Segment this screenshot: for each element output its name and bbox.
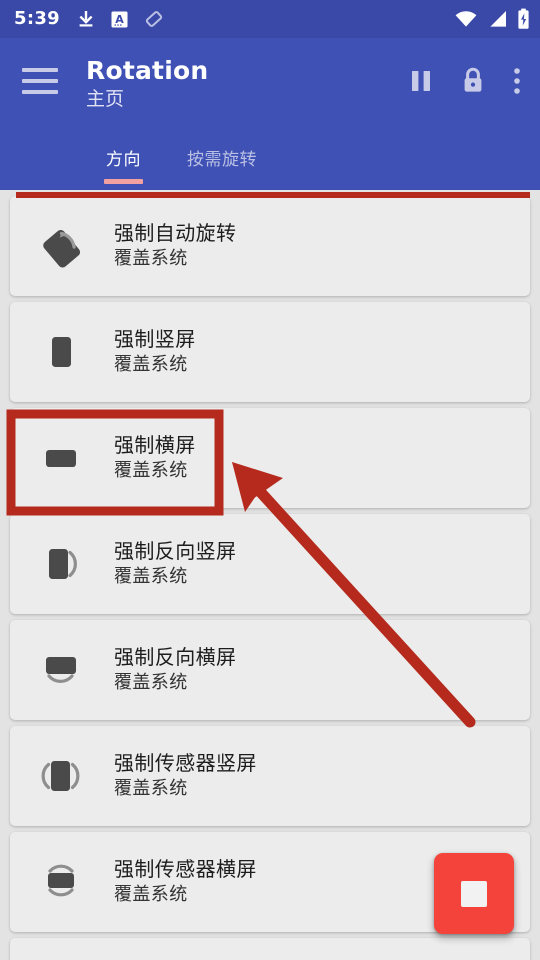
list-item-title: 强制横屏 <box>114 432 196 457</box>
status-bar-system-icons <box>454 8 530 30</box>
list-item-text: 强制自动旋转 覆盖系统 <box>114 221 236 271</box>
sensor-landscape-icon <box>28 855 94 909</box>
list-item-subtitle: 覆盖系统 <box>114 354 188 376</box>
page-title: Rotation <box>86 56 209 85</box>
status-bar: 5:39 A <box>0 0 540 38</box>
list-item-force-sensor-portrait[interactable]: 强制传感器竖屏 覆盖系统 <box>10 726 530 826</box>
list-item-force-portrait[interactable]: 强制竖屏 覆盖系统 <box>10 302 530 402</box>
app-bar-actions <box>408 66 526 96</box>
hamburger-line <box>22 68 58 72</box>
sensor-portrait-icon <box>28 749 94 803</box>
list-item-text: 强制传感器横屏 覆盖系统 <box>114 857 257 907</box>
list-item-title: 强制反向横屏 <box>114 644 237 669</box>
list-item-title: 强制传感器竖屏 <box>114 750 257 775</box>
hamburger-line <box>22 79 58 83</box>
hamburger-menu-icon[interactable] <box>22 68 58 94</box>
list-item-subtitle: 覆盖系统 <box>114 884 188 906</box>
lock-icon[interactable] <box>460 66 486 96</box>
app-bar-top-row: Rotation 主页 <box>0 38 540 130</box>
more-vert-icon[interactable] <box>512 66 522 96</box>
portrait-icon <box>28 325 94 379</box>
list-item-force-auto-rotate[interactable]: 强制自动旋转 覆盖系统 <box>10 196 530 296</box>
list-item-subtitle: 覆盖系统 <box>114 566 188 588</box>
reverse-portrait-icon <box>28 537 94 591</box>
stop-service-fab[interactable] <box>434 853 514 934</box>
pause-icon[interactable] <box>408 67 434 95</box>
list-item-title: 强制自动旋转 <box>114 220 237 245</box>
list-item-force-landscape[interactable]: 强制横屏 覆盖系统 <box>10 408 530 508</box>
tab-bar: 方向 按需旋转 <box>0 130 540 184</box>
stop-square-icon <box>461 880 487 907</box>
list-item-subtitle: 覆盖系统 <box>114 672 188 694</box>
cellular-signal-icon <box>490 11 506 27</box>
list-item-subtitle: 覆盖系统 <box>114 460 188 482</box>
tab-orientation[interactable]: 方向 <box>104 145 143 184</box>
page-subtitle: 主页 <box>86 88 125 111</box>
keyboard-a-icon: A <box>111 11 128 27</box>
list-item-text: 强制反向竖屏 覆盖系统 <box>114 539 236 589</box>
hamburger-line <box>22 90 58 94</box>
list-item-force-reverse-landscape[interactable]: 强制反向横屏 覆盖系统 <box>10 620 530 720</box>
wifi-icon <box>455 11 477 27</box>
list-item-title: 强制竖屏 <box>114 326 196 351</box>
list-item-title: 强制传感器横屏 <box>114 856 257 881</box>
list-item-title: 强制反向竖屏 <box>114 538 237 563</box>
list-item-subtitle: 覆盖系统 <box>114 778 188 800</box>
orientation-list[interactable]: 强制自动旋转 覆盖系统 强制竖屏 覆盖系统 强制横屏 覆盖系统 强制反向竖屏 覆… <box>0 190 540 960</box>
app-bar-titles: Rotation 主页 <box>86 56 408 113</box>
list-item-text: 强制竖屏 覆盖系统 <box>114 327 196 377</box>
download-icon <box>79 11 93 27</box>
status-bar-clock: 5:39 <box>14 8 60 29</box>
battery-charging-icon <box>518 8 529 29</box>
svg-text:A: A <box>115 13 124 26</box>
list-item-text: 强制传感器竖屏 覆盖系统 <box>114 751 257 801</box>
list-item-partial[interactable] <box>10 938 530 960</box>
tab-per-app-rotation[interactable]: 按需旋转 <box>187 145 257 184</box>
auto-rotate-icon <box>28 219 94 273</box>
rotation-tag-icon <box>145 11 163 27</box>
landscape-icon <box>28 431 94 485</box>
list-item-force-reverse-portrait[interactable]: 强制反向竖屏 覆盖系统 <box>10 514 530 614</box>
list-item-text: 强制横屏 覆盖系统 <box>114 433 196 483</box>
app-bar: Rotation 主页 方向 按需旋转 <box>0 38 540 190</box>
list-item-subtitle: 覆盖系统 <box>114 248 188 270</box>
status-bar-notification-icons: A <box>76 8 165 30</box>
list-item-text: 强制反向横屏 覆盖系统 <box>114 645 236 695</box>
reverse-landscape-icon <box>28 643 94 697</box>
